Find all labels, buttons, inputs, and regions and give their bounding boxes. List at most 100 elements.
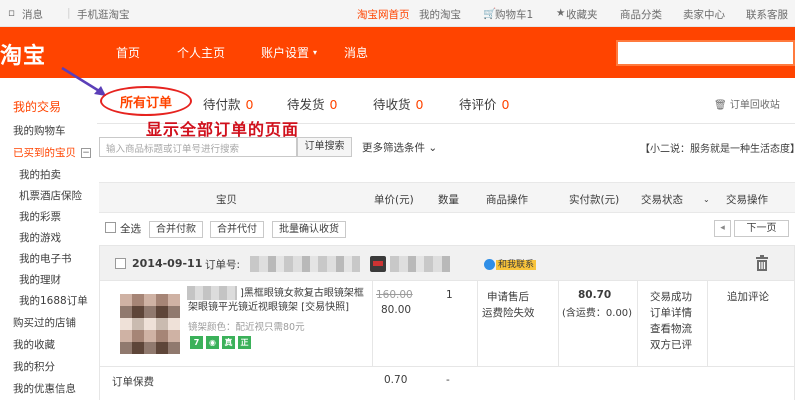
trash-icon: 🗑 [714,100,727,111]
taobao-logo[interactable]: 淘宝 [0,38,46,70]
shipping-fee: (含运费：0.00) [562,308,633,319]
more-filters-label: 更多筛选条件 [362,142,425,154]
my-taobao-link[interactable]: 我的淘宝 [419,7,461,22]
messages-link[interactable]: 消息 [22,7,43,22]
mobile-link[interactable]: 手机逛淘宝 [77,7,130,22]
order-header: 2014-09-11 订单号: 和我联系 [99,245,795,281]
seven-day-return-icon[interactable]: 7 [190,336,203,349]
merge-pay-button[interactable]: 合并付款 [149,221,203,238]
col-paid: 实付款(元) [569,194,620,206]
product-title-link[interactable]: ]黑框眼镜女款复古眼镜架框架眼镜平光镜近视眼镜架 [交易快照] [188,287,368,315]
after-sale-link[interactable]: 申请售后 [487,289,529,304]
select-all-label: 全选 [120,223,141,235]
nav-home[interactable]: 首页 [116,44,140,61]
both-reviewed-link[interactable]: 双方已评 [650,337,692,352]
sidebar-item-shops[interactable]: 购买过的店铺 [13,315,76,330]
favorites-link[interactable]: 收藏夹 [566,7,598,22]
shop-icon [370,256,386,272]
sidebar-item-auction[interactable]: 我的拍卖 [19,167,61,182]
col-actions: 交易操作 [726,194,768,206]
divider [637,281,638,366]
sidebar-item-1688[interactable]: 我的1688订单 [19,293,88,308]
tab-pending-shipment[interactable]: 待发货 0 [287,94,337,113]
tab-pending-payment[interactable]: 待付款 0 [203,94,253,113]
original-price: 160.00 [376,289,413,301]
product-thumbnail[interactable] [120,294,180,354]
next-page-button[interactable]: 下一页 [734,220,789,237]
sidebar-item-games[interactable]: 我的游戏 [19,230,61,245]
sidebar-item-coupons[interactable]: 我的优惠信息 [13,381,76,396]
nav-search-input[interactable] [616,40,795,66]
status-filter[interactable]: 交易状态 [641,192,683,207]
seller-center-link[interactable]: 卖家中心 [683,7,725,22]
track-logistics-link[interactable]: 查看物流 [650,321,692,336]
order-detail-link[interactable]: 订单详情 [650,305,692,320]
select-all-checkbox[interactable] [105,222,116,233]
insurance-price: 0.70 [384,374,408,386]
recycle-bin-link[interactable]: 🗑 订单回收站 [714,96,780,111]
order-number-label: 订单号: [205,259,241,271]
order-table-header: 宝贝 单价(元) 数量 商品操作 实付款(元) 交易状态 ⌄ 交易操作 [99,182,795,213]
genuine-icon[interactable]: 正 [238,336,251,349]
sidebar-item-points[interactable]: 我的积分 [13,359,55,374]
customer-service-link[interactable]: 联系客服 [746,7,788,22]
tab-label: 待收货 [373,97,411,112]
contact-seller-button[interactable]: 和我联系 [484,257,537,271]
sidebar-item-favorites[interactable]: 我的收藏 [13,337,55,352]
recycle-label: 订单回收站 [729,100,780,111]
order-search-button[interactable]: 订单搜索 [297,137,352,157]
service-badges: 7 ◉ 真 正 [190,336,251,349]
divider: | [67,7,71,19]
sidebar-item-ebooks[interactable]: 我的电子书 [19,251,72,266]
slogan-text: 【小二说：服务就是一种生活态度】 [640,144,795,155]
sidebar-title: 我的交易 [13,100,62,114]
order-body: ]黑框眼镜女款复古眼镜架框架眼镜平光镜近视眼镜架 [交易快照] 镜架颜色：配近视… [99,281,795,400]
sidebar-item-label: 已买到的宝贝 [13,147,76,159]
merge-proxy-pay-button[interactable]: 合并代付 [210,221,264,238]
sidebar-item-bought[interactable]: 已买到的宝贝 − [13,145,91,160]
batch-confirm-button[interactable]: 批量确认收货 [272,221,346,238]
insurance-qty: - [446,374,450,386]
tab-pending-review[interactable]: 待评价 0 [459,94,509,113]
order-checkbox[interactable] [115,258,126,269]
sidebar-item-lottery[interactable]: 我的彩票 [19,209,61,224]
cart-link[interactable]: 购物车1 [495,7,533,22]
prev-page-button[interactable]: ◂ [714,220,731,237]
tab-all-orders[interactable]: 所有订单 [100,86,192,116]
nav-profile[interactable]: 个人主页 [177,44,225,61]
sidebar-item-cart[interactable]: 我的购物车 [13,123,66,138]
message-icon: ▫ [8,7,16,19]
order-search-input[interactable]: 输入商品标题或订单号进行搜索 [99,137,297,157]
delete-order-icon[interactable] [755,255,769,271]
tab-count: 0 [329,97,338,112]
sidebar-item-finance[interactable]: 我的理财 [19,272,61,287]
taobao-home-link[interactable]: 淘宝网首页 [357,7,410,22]
nav-messages[interactable]: 消息 [344,44,368,61]
tab-count: 0 [245,97,254,112]
more-filters-toggle[interactable]: 更多筛选条件 ⌄ [362,140,437,155]
tab-pending-receipt[interactable]: 待收货 0 [373,94,423,113]
tab-count: 0 [415,97,424,112]
col-item: 宝贝 [216,194,237,206]
contact-label: 和我联系 [496,260,537,270]
collapse-icon[interactable]: − [81,148,91,158]
col-price: 单价(元) [374,194,414,206]
product-spec: 镜架颜色：配近视只需80元 [188,322,305,333]
freight-insurance-link[interactable]: 运费险失效 [482,305,535,320]
authentic-icon[interactable]: 真 [222,336,235,349]
add-review-link[interactable]: 追加评论 [727,289,769,304]
divider [558,281,559,366]
sidebar: 我的交易 我的购物车 已买到的宝贝 − 我的拍卖 机票酒店保险 我的彩票 我的游戏… [0,78,92,400]
guarantee-icon[interactable]: ◉ [206,336,219,349]
redacted-order-number [250,256,360,272]
sidebar-item-travel[interactable]: 机票酒店保险 [19,188,82,203]
nav-account-settings[interactable]: 账户设置 [261,44,309,61]
chevron-down-icon: ⌄ [428,142,438,154]
redacted-shop-name[interactable] [390,256,450,272]
paid-amount: 80.70 [578,289,612,301]
star-icon: ★ [556,7,566,19]
chevron-down-icon: ▾ [313,48,318,57]
site-top-bar: 消息 ▫ | 手机逛淘宝 淘宝网首页 我的淘宝 🛒 购物车1 ★ 收藏夹 商品分… [0,0,795,27]
categories-link[interactable]: 商品分类 [620,7,662,22]
status-success: 交易成功 [650,291,692,303]
